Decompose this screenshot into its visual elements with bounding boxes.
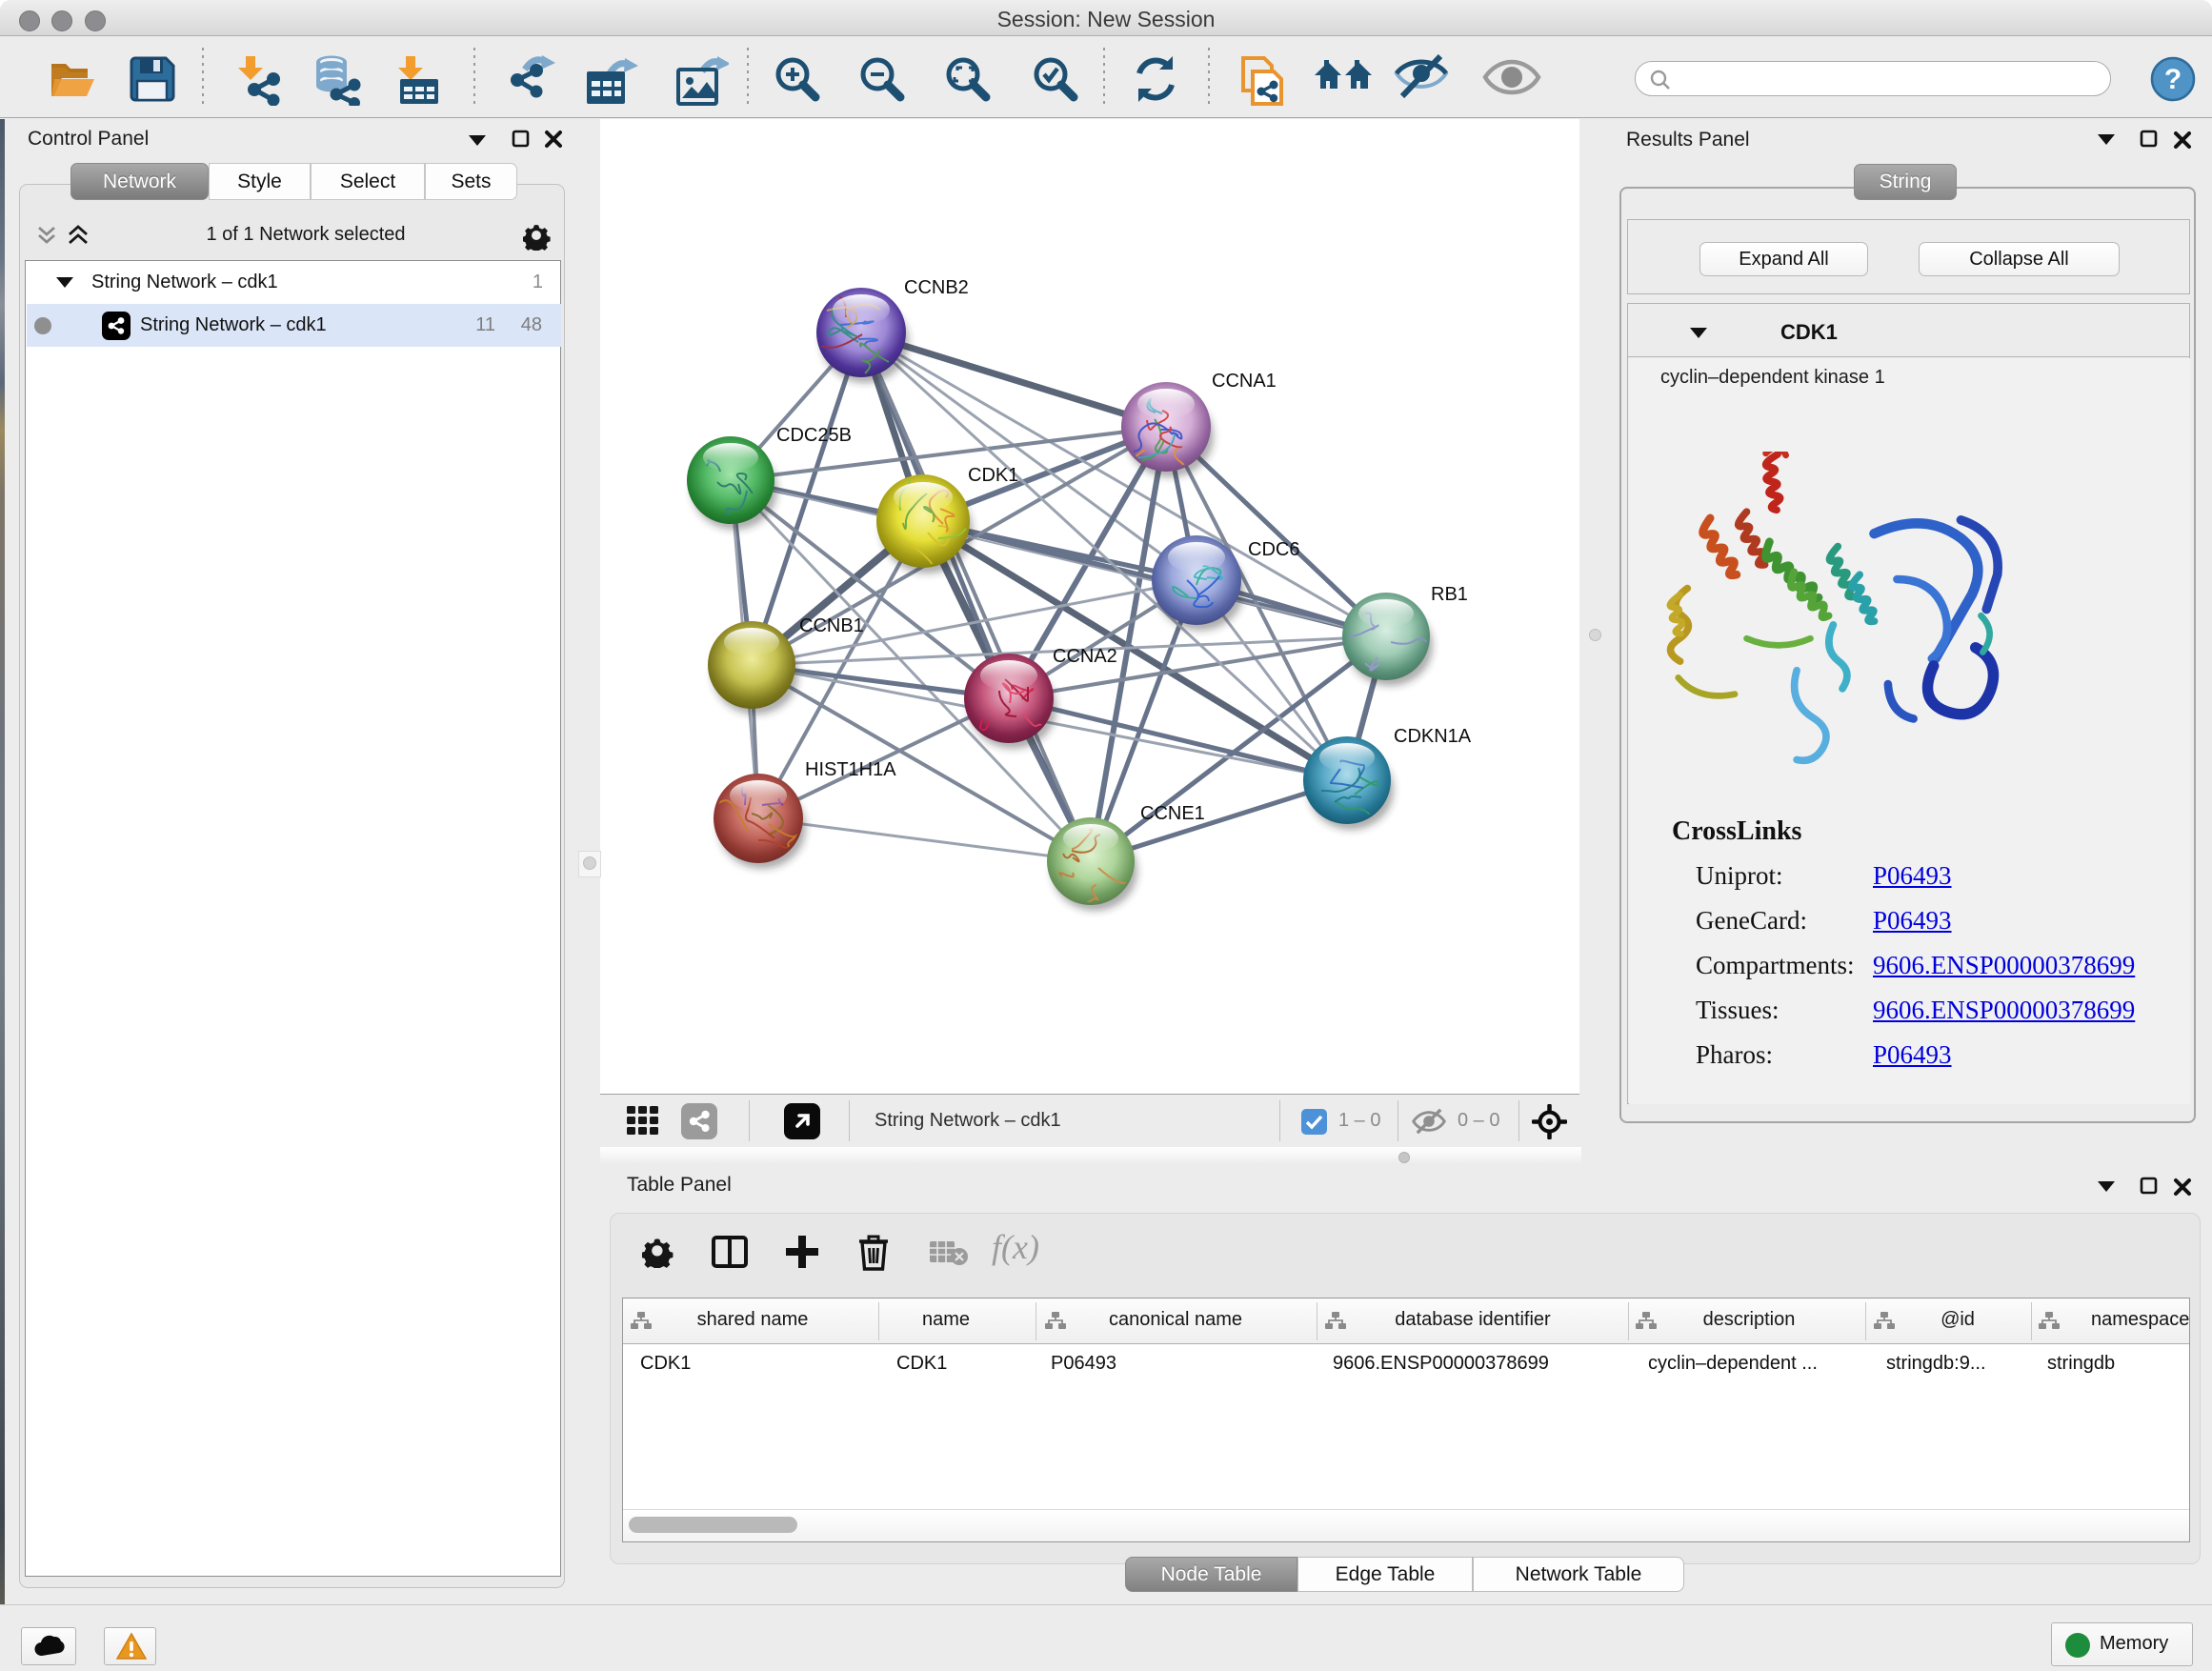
svg-text:CCNE1: CCNE1: [1140, 803, 1205, 824]
svg-text:CDC25B: CDC25B: [776, 425, 852, 446]
svg-text:CCNA1: CCNA1: [1212, 371, 1277, 392]
svg-text:CCNA2: CCNA2: [1053, 646, 1117, 667]
svg-text:CDK1: CDK1: [968, 465, 1018, 486]
svg-text:HIST1H1A: HIST1H1A: [805, 759, 896, 780]
svg-text:CDKN1A: CDKN1A: [1394, 726, 1472, 747]
svg-text:?: ?: [2164, 64, 2182, 95]
svg-text:CCNB1: CCNB1: [799, 615, 864, 636]
svg-text:CCNB2: CCNB2: [904, 277, 969, 298]
svg-text:CDC6: CDC6: [1248, 539, 1299, 560]
svg-text:RB1: RB1: [1431, 584, 1468, 605]
